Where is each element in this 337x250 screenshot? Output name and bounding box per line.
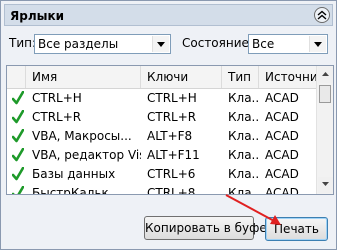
scrollbar-thumb[interactable] bbox=[319, 85, 331, 103]
cell-name: CTRL+H bbox=[32, 91, 82, 105]
cell-type: Кла... bbox=[228, 91, 259, 105]
checkmark-icon bbox=[11, 147, 25, 165]
table-row[interactable]: VBA, редактор Vis... ALT+F11 Кла... ACAD bbox=[7, 146, 317, 165]
checkmark-icon bbox=[11, 90, 25, 108]
column-header-type[interactable]: Тип bbox=[222, 66, 259, 88]
column-header-source[interactable]: Источник bbox=[259, 66, 317, 88]
cell-name: CTRL+R bbox=[32, 110, 82, 124]
column-header-status[interactable] bbox=[7, 66, 26, 88]
cell-keys: CTRL+8 bbox=[147, 186, 196, 195]
checkmark-icon bbox=[11, 128, 25, 146]
cell-keys: ALT+F11 bbox=[147, 148, 200, 162]
panel-title-bar: Ярлыки bbox=[4, 4, 333, 26]
table-row[interactable]: CTRL+H CTRL+H Кла... ACAD bbox=[7, 89, 317, 108]
type-filter-select[interactable]: Все разделы bbox=[34, 34, 171, 54]
column-header-name[interactable]: Имя bbox=[26, 66, 141, 88]
scroll-down-icon[interactable] bbox=[318, 177, 333, 193]
cell-keys: ALT+F8 bbox=[147, 129, 193, 143]
cell-type: Кла... bbox=[228, 148, 259, 162]
table-row[interactable]: БыстрКальк CTRL+8 Кла... ACAD bbox=[7, 184, 317, 195]
chevron-down-icon[interactable] bbox=[309, 36, 326, 52]
table-row[interactable]: CTRL+R CTRL+R Кла... ACAD bbox=[7, 108, 317, 127]
shortcuts-panel: Ярлыки Тип: Все разделы Состояние: Все И… bbox=[0, 0, 337, 250]
cell-keys: CTRL+R bbox=[147, 110, 197, 124]
checkmark-icon bbox=[11, 109, 25, 127]
collapse-icon[interactable] bbox=[314, 7, 330, 23]
cell-type: Кла... bbox=[228, 110, 259, 124]
panel-title: Ярлыки bbox=[10, 9, 65, 23]
cell-type: Кла... bbox=[228, 167, 259, 181]
cell-source: ACAD bbox=[265, 186, 299, 195]
table-row[interactable]: Базы данных CTRL+6 Кла... ACAD bbox=[7, 165, 317, 184]
cell-source: ACAD bbox=[265, 129, 299, 143]
cell-source: ACAD bbox=[265, 110, 299, 124]
shortcuts-table: Имя Ключи Тип Источник CTRL+H CTRL+H Кла..… bbox=[6, 65, 334, 195]
state-filter-select[interactable]: Все bbox=[248, 34, 328, 54]
table-header: Имя Ключи Тип Источник bbox=[7, 66, 317, 89]
type-filter-value: Все разделы bbox=[38, 37, 119, 51]
scroll-up-icon[interactable] bbox=[318, 67, 333, 83]
cell-name: Базы данных bbox=[32, 167, 116, 181]
cell-keys: CTRL+H bbox=[147, 91, 197, 105]
cell-type: Кла... bbox=[228, 129, 259, 143]
checkmark-icon bbox=[11, 166, 25, 184]
chevron-down-icon[interactable] bbox=[152, 36, 169, 52]
copy-to-clipboard-button[interactable]: Копировать в буфер bbox=[144, 216, 274, 240]
cell-name: VBA, редактор Vis... bbox=[32, 148, 141, 162]
table-row[interactable]: VBA, Макросы... ALT+F8 Кла... ACAD bbox=[7, 127, 317, 146]
print-button[interactable]: Печать bbox=[265, 217, 328, 241]
state-filter-value: Все bbox=[252, 37, 275, 51]
cell-keys: CTRL+6 bbox=[147, 167, 196, 181]
cell-type: Кла... bbox=[228, 186, 259, 195]
state-filter-label: Состояние: bbox=[182, 36, 253, 50]
vertical-scrollbar[interactable] bbox=[316, 66, 333, 194]
cell-source: ACAD bbox=[265, 91, 299, 105]
cell-name: VBA, Макросы... bbox=[32, 129, 132, 143]
column-header-keys[interactable]: Ключи bbox=[141, 66, 222, 88]
cell-name: БыстрКальк bbox=[32, 186, 109, 195]
checkmark-icon bbox=[11, 185, 25, 194]
type-filter-label: Тип: bbox=[9, 36, 37, 50]
cell-source: ACAD bbox=[265, 148, 299, 162]
cell-source: ACAD bbox=[265, 167, 299, 181]
